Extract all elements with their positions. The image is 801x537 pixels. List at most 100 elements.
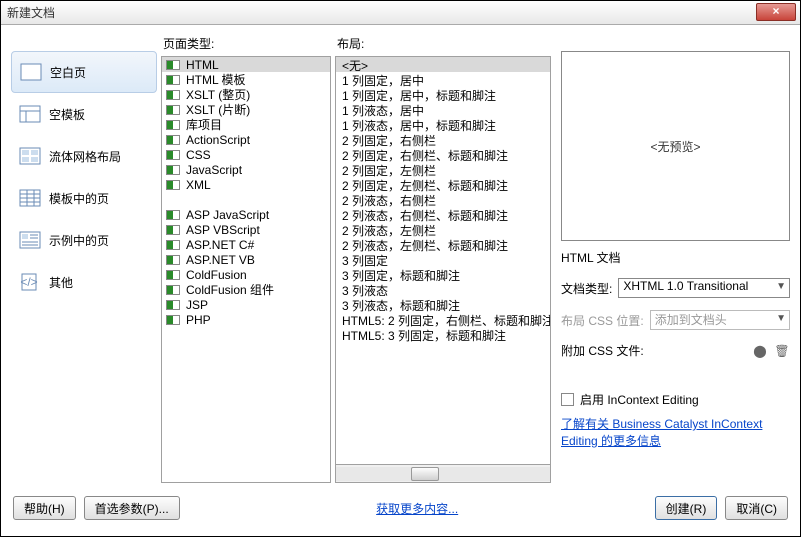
file-icon [166, 120, 180, 130]
content-area: 空白页空模板流体网格布局模板中的页示例中的页 </>其他 页面类型: HTMLHT… [1, 25, 800, 487]
page-type-item[interactable]: XSLT (片断) [162, 102, 330, 117]
layout-item[interactable]: 2 列液态，右侧栏 [336, 192, 550, 207]
category-icon [19, 105, 41, 123]
category-item[interactable]: 空白页 [11, 51, 157, 93]
layout-item[interactable]: <无> [336, 57, 550, 72]
layout-item[interactable]: HTML5: 2 列固定，右侧栏、标题和脚注 [336, 312, 550, 327]
file-icon [166, 60, 180, 70]
layout-item[interactable]: 3 列固定，标题和脚注 [336, 267, 550, 282]
attach-css-label: 附加 CSS 文件: [561, 342, 644, 359]
layout-hscrollbar[interactable] [335, 465, 551, 483]
file-icon [166, 135, 180, 145]
page-type-item[interactable]: ASP VBScript [162, 222, 330, 237]
type-spacer [162, 192, 330, 207]
category-icon [19, 147, 41, 165]
layout-item[interactable]: 1 列固定，居中，标题和脚注 [336, 87, 550, 102]
category-icon [20, 63, 42, 81]
page-type-item[interactable]: 库项目 [162, 117, 330, 132]
file-icon [166, 165, 180, 175]
page-type-label: JSP [186, 298, 208, 312]
page-type-item[interactable]: JavaScript [162, 162, 330, 177]
category-label: 示例中的页 [49, 232, 109, 249]
category-icon [19, 189, 41, 207]
prefs-button[interactable]: 首选参数(P)... [84, 496, 180, 520]
page-type-item[interactable]: XML [162, 177, 330, 192]
page-type-item[interactable]: ASP.NET C# [162, 237, 330, 252]
category-item[interactable]: </>其他 [11, 261, 157, 303]
layout-list[interactable]: <无>1 列固定，居中1 列固定，居中，标题和脚注1 列液态，居中1 列液态，居… [335, 56, 551, 465]
more-content-link[interactable]: 获取更多内容... [376, 500, 458, 517]
page-type-item[interactable]: HTML [162, 57, 330, 72]
layout-item[interactable]: 2 列液态，左侧栏 [336, 222, 550, 237]
link-icon[interactable]: ⬤ [752, 343, 768, 359]
page-type-label: ASP.NET C# [186, 238, 254, 252]
layout-item[interactable]: 2 列固定，左侧栏、标题和脚注 [336, 177, 550, 192]
file-icon [166, 255, 180, 265]
layout-column: 布局: <无>1 列固定，居中1 列固定，居中，标题和脚注1 列液态，居中1 列… [335, 33, 551, 483]
category-item[interactable]: 示例中的页 [11, 219, 157, 261]
category-icon: </> [19, 273, 41, 291]
page-type-item[interactable]: PHP [162, 312, 330, 327]
category-label: 空模板 [49, 106, 85, 123]
svg-text:</>: </> [20, 275, 37, 289]
page-type-list[interactable]: HTMLHTML 模板XSLT (整页)XSLT (片断)库项目ActionSc… [161, 56, 331, 483]
page-type-item[interactable]: ASP.NET VB [162, 252, 330, 267]
page-type-item[interactable]: CSS [162, 147, 330, 162]
layout-item[interactable]: 3 列液态，标题和脚注 [336, 297, 550, 312]
layout-item[interactable]: 3 列液态 [336, 282, 550, 297]
preview-placeholder: <无预览> [650, 138, 700, 155]
layout-item[interactable]: 2 列液态，右侧栏、标题和脚注 [336, 207, 550, 222]
file-icon [166, 105, 180, 115]
category-icon [19, 231, 41, 249]
help-button[interactable]: 帮助(H) [13, 496, 76, 520]
layout-item[interactable]: 2 列固定，右侧栏 [336, 132, 550, 147]
page-type-label: PHP [186, 313, 211, 327]
page-type-label: HTML [186, 58, 219, 72]
incontext-link[interactable]: 了解有关 Business Catalyst InContext Editing… [561, 416, 790, 450]
close-button[interactable]: × [756, 3, 796, 21]
layout-item[interactable]: 2 列液态，左侧栏、标题和脚注 [336, 237, 550, 252]
category-item[interactable]: 模板中的页 [11, 177, 157, 219]
incontext-row: 启用 InContext Editing [561, 391, 790, 408]
layout-item[interactable]: HTML5: 3 列固定，标题和脚注 [336, 327, 550, 342]
file-icon [166, 180, 180, 190]
incontext-checkbox[interactable] [561, 393, 574, 406]
page-type-label: JavaScript [186, 163, 242, 177]
page-type-item[interactable]: JSP [162, 297, 330, 312]
file-icon [166, 270, 180, 280]
page-type-label: 库项目 [186, 116, 222, 133]
page-type-item[interactable]: HTML 模板 [162, 72, 330, 87]
layout-item[interactable]: 1 列固定，居中 [336, 72, 550, 87]
layout-item[interactable]: 2 列固定，右侧栏、标题和脚注 [336, 147, 550, 162]
layout-item[interactable]: 3 列固定 [336, 252, 550, 267]
right-panel: <无预览> HTML 文档 文档类型: XHTML 1.0 Transition… [555, 33, 790, 483]
category-item[interactable]: 空模板 [11, 93, 157, 135]
page-type-label: ASP JavaScript [186, 208, 269, 222]
page-type-item[interactable]: ASP JavaScript [162, 207, 330, 222]
cancel-button[interactable]: 取消(C) [725, 496, 788, 520]
file-icon [166, 240, 180, 250]
page-type-label: XML [186, 178, 211, 192]
titlebar: 新建文档 × [1, 1, 800, 25]
create-button[interactable]: 创建(R) [655, 496, 718, 520]
layout-item[interactable]: 1 列液态，居中 [336, 102, 550, 117]
layout-header: 布局: [335, 33, 551, 56]
page-type-column: 页面类型: HTMLHTML 模板XSLT (整页)XSLT (片断)库项目Ac… [161, 33, 331, 483]
page-type-item[interactable]: ColdFusion [162, 267, 330, 282]
trash-icon[interactable]: 🗑 [774, 343, 790, 359]
file-icon [166, 285, 180, 295]
category-item[interactable]: 流体网格布局 [11, 135, 157, 177]
page-type-item[interactable]: ActionScript [162, 132, 330, 147]
css-pos-row: 布局 CSS 位置: 添加到文档头 [561, 310, 790, 330]
layout-item[interactable]: 1 列液态，居中，标题和脚注 [336, 117, 550, 132]
layout-item[interactable]: 2 列固定，左侧栏 [336, 162, 550, 177]
file-icon [166, 75, 180, 85]
page-type-item[interactable]: ColdFusion 组件 [162, 282, 330, 297]
page-type-label: ASP VBScript [186, 223, 260, 237]
file-icon [166, 300, 180, 310]
page-type-item[interactable]: XSLT (整页) [162, 87, 330, 102]
category-label: 空白页 [50, 64, 86, 81]
footer: 帮助(H) 首选参数(P)... 获取更多内容... 创建(R) 取消(C) [1, 487, 800, 529]
doctype-select[interactable]: XHTML 1.0 Transitional [618, 278, 790, 298]
doctype-label: 文档类型: [561, 280, 612, 297]
